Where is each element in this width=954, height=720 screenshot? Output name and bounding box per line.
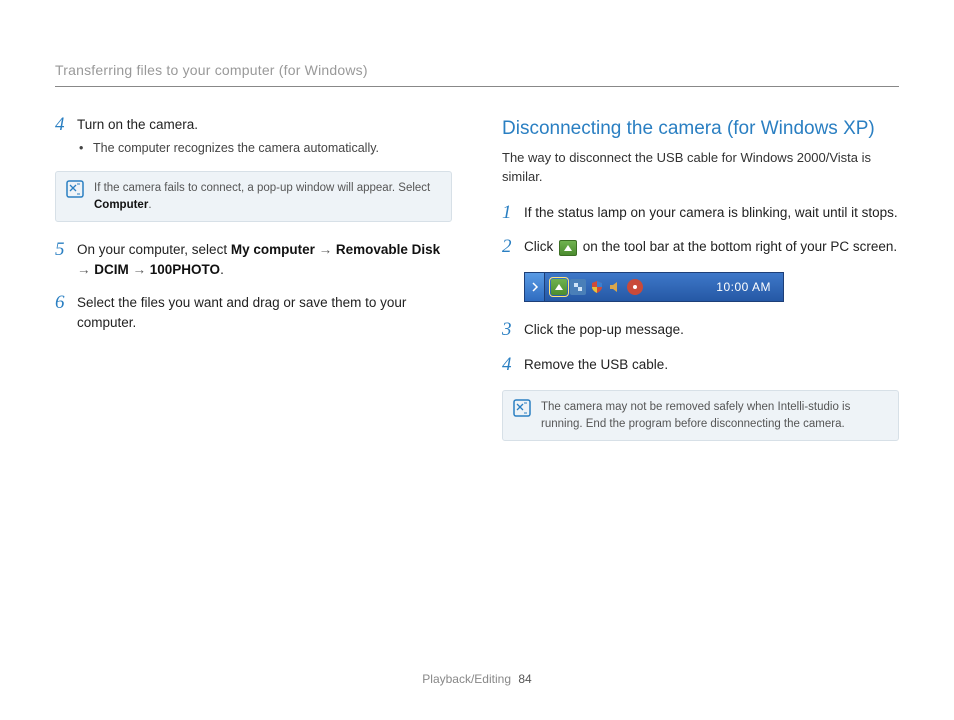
note-icon [513,399,531,417]
step-5: 5 On your computer, select My computer →… [55,240,452,279]
step-4: 4 Turn on the camera. • The computer rec… [55,115,452,157]
path-my-computer: My computer [231,242,315,257]
note-pre: If the camera fails to connect, a pop-up… [94,182,430,194]
right-column: Disconnecting the camera (for Windows XP… [502,115,899,459]
tray-update-icon[interactable] [627,279,643,295]
safely-remove-hardware-icon [559,240,577,256]
note-box: The camera may not be removed safely whe… [502,390,899,441]
step-body: Click on the tool bar at the bottom righ… [524,237,899,258]
tray-network-icon[interactable] [570,279,586,295]
step-body: On your computer, select My computer → R… [77,240,452,279]
page-footer: Playback/Editing 84 [0,671,954,688]
page-header: Transferring files to your computer (for… [55,60,899,87]
step-1: 1 If the status lamp on your camera is b… [502,203,899,224]
step-text: Remove the USB cable. [524,355,899,376]
path-dcim: DCIM [94,262,129,277]
arrow: → [129,262,150,277]
tray-shield-icon[interactable] [589,279,605,295]
step-number: 4 [502,355,524,376]
step-pre: On your computer, select [77,242,231,257]
step-4r: 4 Remove the USB cable. [502,355,899,376]
step-text: Click the pop-up message. [524,320,899,341]
content-columns: 4 Turn on the camera. • The computer rec… [55,115,899,459]
windows-taskbar-tray: 10:00 AM [524,272,784,302]
note-post: . [148,199,151,211]
step-post: . [220,262,224,277]
tray-volume-icon[interactable] [608,279,624,295]
footer-section: Playback/Editing [422,672,511,686]
footer-page-number: 84 [518,672,531,686]
note-box: If the camera fails to connect, a pop-up… [55,171,452,222]
left-column: 4 Turn on the camera. • The computer rec… [55,115,452,459]
section-intro: The way to disconnect the USB cable for … [502,149,899,187]
note-text: If the camera fails to connect, a pop-up… [94,180,441,213]
step-number: 2 [502,237,524,258]
arrow: → [77,262,94,277]
step-text: If the status lamp on your camera is bli… [524,203,899,224]
tray-expand-chevron-icon[interactable] [525,273,545,301]
step-text: Select the files you want and drag or sa… [77,293,452,332]
step-pre: Click [524,239,557,254]
step-2: 2 Click on the tool bar at the bottom ri… [502,237,899,258]
step-body: Turn on the camera. • The computer recog… [77,115,452,157]
section-heading: Disconnecting the camera (for Windows XP… [502,115,899,143]
step-number: 6 [55,293,77,332]
step-number: 1 [502,203,524,224]
step-number: 5 [55,240,77,279]
step-6: 6 Select the files you want and drag or … [55,293,452,332]
note-text: The camera may not be removed safely whe… [541,399,888,432]
note-bold: Computer [94,199,148,211]
arrow: → [315,242,336,257]
bullet-text: The computer recognizes the camera autom… [93,139,379,157]
path-removable-disk: Removable Disk [336,242,440,257]
step-number: 3 [502,320,524,341]
tray-icons [545,273,649,301]
step-number: 4 [55,115,77,157]
bullet-item: • The computer recognizes the camera aut… [79,139,452,157]
note-icon [66,180,84,198]
step-post: on the tool bar at the bottom right of y… [583,239,897,254]
step-3: 3 Click the pop-up message. [502,320,899,341]
step-text: Turn on the camera. [77,115,452,135]
bullet-dot: • [79,139,93,157]
tray-clock[interactable]: 10:00 AM [704,279,783,296]
path-100photo: 100PHOTO [150,262,220,277]
tray-safely-remove-icon[interactable] [551,279,567,295]
